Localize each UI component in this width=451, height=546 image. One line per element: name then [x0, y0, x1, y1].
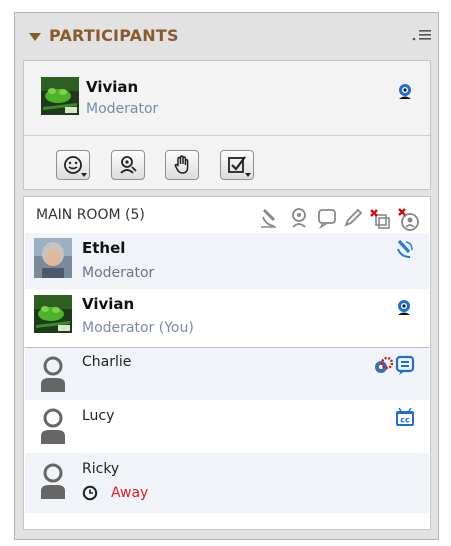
settings-alert-icon[interactable] [373, 356, 394, 380]
participant-row-ethel[interactable]: Ethel Moderator [25, 233, 429, 289]
clock-icon [82, 485, 98, 505]
panel-title: PARTICIPANTS [49, 26, 179, 45]
closed-caption-icon[interactable]: cc [395, 407, 415, 432]
webcam-settings-button[interactable] [111, 150, 145, 180]
webcam-icon[interactable] [395, 299, 413, 321]
dropdown-arrow-icon [245, 173, 251, 177]
dropdown-arrow-icon [81, 173, 87, 177]
webcam-icon[interactable] [396, 83, 414, 105]
participant-name: Ricky [82, 461, 120, 477]
self-name: Vivian [86, 78, 139, 96]
chat-icon[interactable] [395, 355, 415, 381]
poll-button[interactable] [220, 150, 254, 180]
avatar [34, 238, 72, 278]
svg-text:cc: cc [400, 416, 410, 425]
webcam-filter-icon[interactable] [288, 207, 310, 229]
participant-name: Lucy [82, 408, 115, 424]
participant-name: Ethel [82, 239, 126, 257]
options-menu-icon[interactable] [411, 27, 433, 43]
participant-row-vivian[interactable]: Vivian Moderator (You) [25, 289, 429, 345]
chat-filter-icon[interactable] [316, 207, 338, 229]
mute-audio-icon[interactable] [258, 207, 282, 229]
self-role: Moderator [86, 101, 159, 117]
remove-user-icon[interactable] [396, 207, 422, 233]
raise-hand-button[interactable] [165, 150, 199, 180]
participant-row-lucy[interactable]: Lucy cc [25, 400, 429, 452]
pencil-icon[interactable] [342, 207, 364, 229]
room-toolbar [254, 203, 430, 233]
webcam-settings-icon [120, 156, 137, 174]
main-room-list: MAIN ROOM (5) Ethel Moderator Vivian Mod… [23, 196, 431, 530]
status-menu-button[interactable] [56, 150, 90, 180]
avatar [34, 295, 72, 333]
status-away-label: Away [111, 485, 149, 501]
audio-icon[interactable] [395, 238, 415, 264]
avatar [41, 77, 79, 115]
participant-name: Vivian [82, 295, 135, 313]
raise-hand-icon [174, 155, 189, 174]
user-silhouette-icon [39, 463, 67, 501]
participant-name: Charlie [82, 354, 132, 370]
participant-role: Moderator [82, 265, 155, 281]
remove-copy-icon[interactable] [368, 207, 392, 231]
user-silhouette-icon [39, 356, 67, 394]
participant-row-charlie[interactable]: Charlie [25, 347, 429, 400]
self-card-divider [24, 135, 430, 136]
room-title: MAIN ROOM (5) [36, 207, 145, 223]
participants-panel: PARTICIPANTS Vivian Moderator MAIN ROOM … [14, 12, 439, 540]
user-silhouette-icon [39, 408, 67, 446]
participant-row-ricky[interactable]: Ricky Away [25, 453, 429, 513]
self-card: Vivian Moderator [23, 60, 431, 190]
collapse-triangle-icon[interactable] [29, 33, 41, 41]
panel-header[interactable]: PARTICIPANTS [15, 13, 438, 59]
participant-role: Moderator (You) [82, 320, 194, 336]
